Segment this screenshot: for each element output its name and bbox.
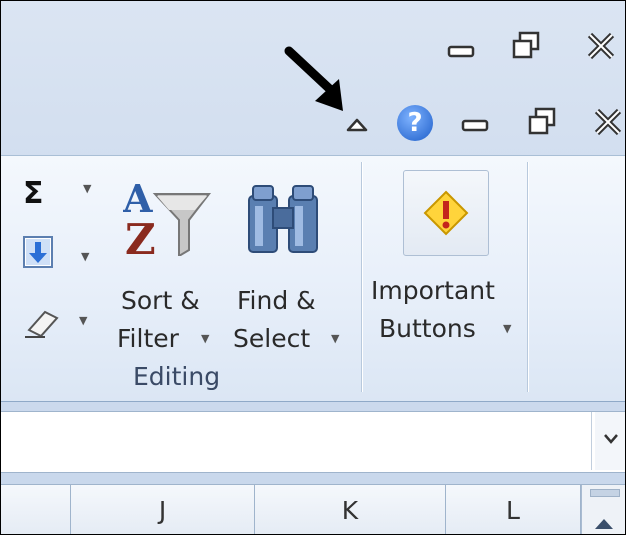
important-buttons-button[interactable]: Important Buttons ▼ — [367, 166, 525, 356]
find-select-button[interactable]: Find & Select ▼ — [229, 166, 353, 356]
important-dropdown-icon: ▼ — [503, 322, 512, 335]
help-icon: ? — [407, 108, 423, 138]
binoculars-icon — [248, 185, 318, 253]
column-header-l[interactable]: L — [446, 485, 581, 534]
formula-bar — [1, 411, 625, 473]
group-separator — [361, 162, 362, 392]
column-headers: J K L — [1, 484, 625, 534]
clear-dropdown-icon: ▼ — [79, 314, 88, 327]
svg-text:Z: Z — [125, 215, 156, 256]
app-restore-button[interactable] — [511, 31, 541, 61]
find-select-label-2: Select — [233, 324, 311, 353]
autosum-button[interactable]: Σ ▼ — [23, 176, 91, 211]
fill-dropdown-icon: ▼ — [81, 250, 90, 263]
column-header-k[interactable]: K — [255, 485, 446, 534]
find-select-label-1: Find & — [237, 286, 316, 315]
sort-filter-button[interactable]: A Z Sort & Filter ▼ — [113, 166, 225, 356]
group-separator-2 — [527, 162, 528, 392]
excel-window: ? Σ ▼ ▼ ▼ A Z Sort & Filter ▼ Find & Sel… — [0, 0, 626, 535]
doc-minimize-button[interactable] — [461, 113, 491, 133]
doc-close-button[interactable] — [593, 107, 626, 137]
column-header-blank — [1, 485, 71, 534]
vertical-scrollbar[interactable] — [581, 485, 625, 534]
ribbon: Σ ▼ ▼ ▼ A Z Sort & Filter ▼ Find & Selec… — [1, 155, 625, 402]
fill-button[interactable]: ▼ — [23, 236, 89, 276]
collapse-ribbon-icon[interactable] — [345, 115, 371, 135]
doc-restore-button[interactable] — [527, 107, 557, 137]
sort-filter-icon: A Z — [123, 176, 212, 256]
help-button[interactable]: ? — [397, 105, 433, 141]
clear-button[interactable]: ▼ — [23, 306, 89, 346]
autosum-dropdown-icon: ▼ — [83, 182, 92, 195]
eraser-icon — [25, 310, 59, 338]
formula-input[interactable] — [1, 412, 592, 470]
warning-icon — [423, 190, 469, 236]
important-icon-frame — [403, 170, 489, 256]
annotation-arrow — [284, 46, 343, 111]
scroll-up-icon[interactable] — [593, 515, 615, 531]
app-minimize-button[interactable] — [447, 39, 477, 59]
find-select-dropdown-icon: ▼ — [331, 332, 340, 345]
scrollbar-split-handle[interactable] — [590, 489, 620, 497]
important-label-1: Important — [371, 276, 495, 305]
editing-group-label: Editing — [133, 362, 221, 391]
app-close-button[interactable] — [586, 31, 622, 61]
fill-down-icon — [23, 236, 53, 268]
expand-formula-bar-button[interactable] — [595, 412, 625, 470]
chevron-down-icon — [604, 434, 618, 444]
sort-filter-dropdown-icon: ▼ — [201, 332, 210, 345]
column-header-j[interactable]: J — [71, 485, 255, 534]
sort-filter-label-1: Sort & — [121, 286, 200, 315]
sort-filter-label-2: Filter — [117, 324, 179, 353]
important-label-2: Buttons — [379, 314, 476, 343]
sigma-icon: Σ — [23, 176, 44, 211]
